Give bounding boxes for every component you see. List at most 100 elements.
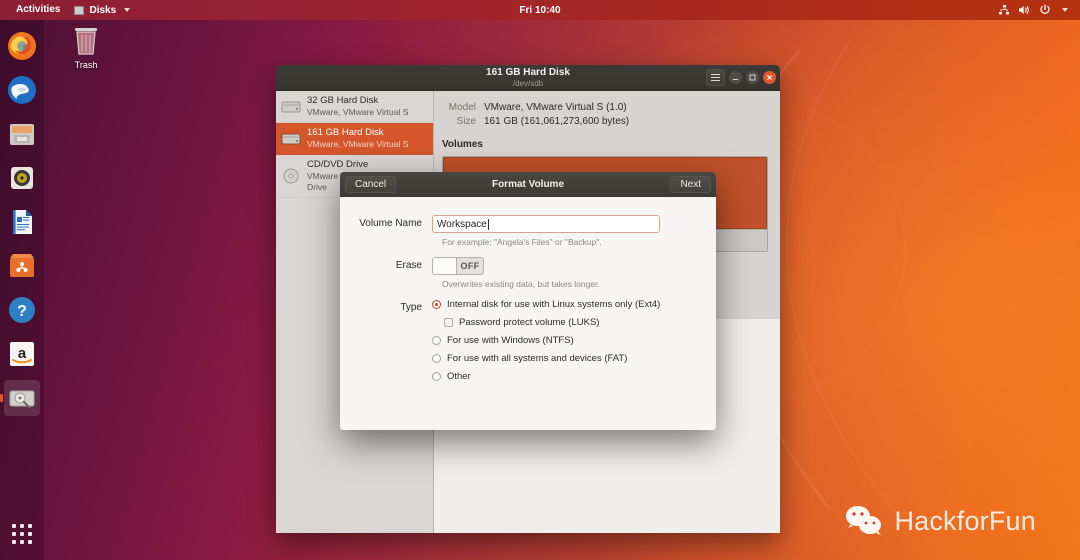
chevron-down-icon xyxy=(1062,8,1068,12)
dock-item-files[interactable] xyxy=(4,116,40,152)
dock-item-firefox[interactable] xyxy=(4,28,40,64)
type-option-luks[interactable]: Password protect volume (LUKS) xyxy=(444,317,700,328)
volume-name-row: Volume Name Workspace xyxy=(356,215,700,233)
checkbox-icon xyxy=(444,318,453,327)
window-title: 161 GB Hard Disk xyxy=(486,66,570,78)
files-icon xyxy=(10,124,34,145)
thunderbird-icon xyxy=(8,76,36,104)
svg-text:a: a xyxy=(18,345,27,362)
trash-icon xyxy=(75,28,97,55)
window-controls xyxy=(706,69,776,86)
clock[interactable]: Fri 10:40 xyxy=(519,5,560,16)
help-icon: ? xyxy=(9,297,35,323)
dock-item-help[interactable]: ? xyxy=(4,292,40,328)
disk-model: VMware, VMware Virtual S xyxy=(307,139,409,149)
libreoffice-writer-icon xyxy=(13,210,32,234)
next-button[interactable]: Next xyxy=(670,176,711,193)
dock-item-thunderbird[interactable] xyxy=(4,72,40,108)
type-option-fat[interactable]: For use with all systems and devices (FA… xyxy=(432,353,700,364)
type-option-label: Internal disk for use with Linux systems… xyxy=(447,299,661,310)
launcher-dock: ? a xyxy=(0,20,44,560)
format-volume-dialog: Cancel Format Volume Next Volume Name Wo… xyxy=(340,172,716,430)
disk-list-item[interactable]: 32 GB Hard Disk VMware, VMware Virtual S xyxy=(276,91,433,123)
disk-name: CD/DVD Drive xyxy=(307,159,369,170)
type-option-label: For use with all systems and devices (FA… xyxy=(447,353,628,364)
dock-item-disks[interactable] xyxy=(4,380,40,416)
type-options: Internal disk for use with Linux systems… xyxy=(432,299,700,382)
size-label: Size xyxy=(456,116,476,127)
disk-list-item[interactable]: 161 GB Hard Disk VMware, VMware Virtual … xyxy=(276,123,433,155)
text-cursor xyxy=(487,218,489,230)
volume-name-label: Volume Name xyxy=(359,218,422,229)
hard-disk-icon xyxy=(281,133,301,144)
minimize-icon[interactable] xyxy=(729,71,742,84)
volumes-heading: Volumes xyxy=(442,139,483,150)
erase-state: OFF xyxy=(460,261,480,271)
volume-name-hint: For example: "Angela's Files" or "Backup… xyxy=(442,237,602,247)
ubuntu-software-icon xyxy=(10,254,34,277)
erase-label: Erase xyxy=(395,260,422,271)
disks-icon xyxy=(9,390,35,408)
desktop-icon-trash[interactable]: Trash xyxy=(60,24,112,70)
detail-model-row: Model VMware, VMware Virtual S (1.0) xyxy=(442,101,768,115)
type-option-label: Other xyxy=(447,371,471,382)
hard-disk-icon xyxy=(281,101,301,112)
type-option-ntfs[interactable]: For use with Windows (NTFS) xyxy=(432,335,700,346)
close-icon[interactable] xyxy=(763,71,776,84)
window-subtitle: /dev/sdb xyxy=(512,78,544,88)
radio-icon xyxy=(432,336,441,345)
hamburger-icon[interactable] xyxy=(706,69,725,86)
model-label: Model xyxy=(448,102,476,113)
disk-model: VMware, VMware Virtual S xyxy=(307,107,409,117)
amazon-icon: a xyxy=(10,342,34,366)
radio-icon xyxy=(432,300,441,309)
status-menu[interactable] xyxy=(998,4,1072,16)
svg-text:?: ? xyxy=(17,303,27,320)
app-menu-disks[interactable]: Disks xyxy=(68,5,136,16)
dialog-body: Volume Name Workspace For example: "Ange… xyxy=(340,197,716,382)
size-value: 161 GB (161,061,273,600 bytes) xyxy=(484,116,630,127)
activities-button[interactable]: Activities xyxy=(8,0,68,20)
erase-hint: Overwrites existing data, but takes long… xyxy=(442,279,600,289)
app-menu-label: Disks xyxy=(89,4,117,16)
radio-icon xyxy=(432,372,441,381)
disk-name: 161 GB Hard Disk xyxy=(307,127,384,138)
network-icon xyxy=(998,4,1010,16)
watermark: HackforFun xyxy=(844,504,1036,538)
type-row: Type Internal disk for use with Linux sy… xyxy=(356,299,700,382)
watermark-text: HackforFun xyxy=(894,505,1036,536)
disk-name: 32 GB Hard Disk xyxy=(307,95,379,106)
model-value: VMware, VMware Virtual S (1.0) xyxy=(484,102,627,113)
window-titlebar[interactable]: 161 GB Hard Disk /dev/sdb xyxy=(276,65,780,91)
erase-row: Erase OFF xyxy=(356,257,700,275)
wechat-icon xyxy=(846,506,882,535)
toggle-knob xyxy=(433,258,457,274)
dock-item-libreoffice-writer[interactable] xyxy=(4,204,40,240)
volume-name-input[interactable]: Workspace xyxy=(432,215,660,233)
power-icon xyxy=(1039,4,1051,16)
show-applications-button[interactable] xyxy=(4,516,40,552)
type-option-label: Password protect volume (LUKS) xyxy=(459,317,600,328)
volume-icon xyxy=(1018,4,1031,16)
type-option-other[interactable]: Other xyxy=(432,371,700,382)
type-option-ext4[interactable]: Internal disk for use with Linux systems… xyxy=(432,299,700,310)
maximize-icon[interactable] xyxy=(746,71,759,84)
radio-icon xyxy=(432,354,441,363)
optical-drive-icon xyxy=(283,168,299,184)
type-label: Type xyxy=(400,302,422,313)
dock-item-ubuntu-software[interactable] xyxy=(4,248,40,284)
erase-toggle[interactable]: OFF xyxy=(432,257,484,275)
detail-size-row: Size 161 GB (161,061,273,600 bytes) xyxy=(442,115,768,129)
rhythmbox-icon xyxy=(11,167,33,189)
chevron-down-icon xyxy=(124,8,131,12)
dock-item-amazon[interactable]: a xyxy=(4,336,40,372)
dialog-header: Cancel Format Volume Next xyxy=(340,172,716,197)
top-bar: Activities Disks Fri 10:40 xyxy=(0,0,1080,20)
volume-name-value: Workspace xyxy=(437,218,487,230)
disks-app-icon xyxy=(74,5,85,15)
dock-item-rhythmbox[interactable] xyxy=(4,160,40,196)
window-title-block: 161 GB Hard Disk /dev/sdb xyxy=(276,67,780,89)
firefox-icon xyxy=(8,32,36,60)
type-option-label: For use with Windows (NTFS) xyxy=(447,335,574,346)
cancel-button[interactable]: Cancel xyxy=(345,176,397,193)
